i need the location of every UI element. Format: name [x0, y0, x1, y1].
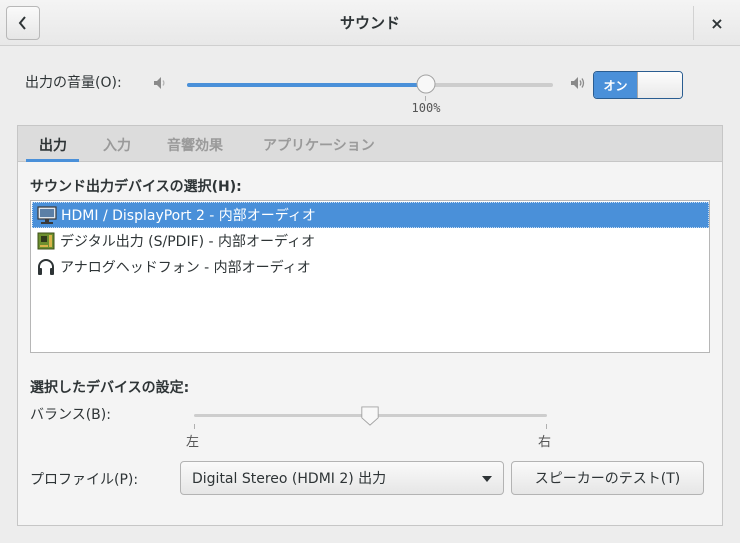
- balance-right-mark: 右: [538, 435, 552, 450]
- close-icon: ×: [710, 13, 724, 33]
- window-title: サウンド: [339, 14, 400, 32]
- tab-bar: 出力 入力 音響効果 アプリケーション: [18, 126, 722, 162]
- list-item[interactable]: HDMI / DisplayPort 2 - 内部オーディオ: [32, 202, 709, 228]
- speaker-low-icon: [154, 77, 165, 89]
- balance-tick-left: [194, 424, 195, 429]
- list-item[interactable]: デジタル出力 (S/PDIF) - 内部オーディオ: [32, 228, 709, 254]
- dropdown-arrow-icon: [482, 476, 492, 482]
- output-mute-switch[interactable]: オン: [593, 71, 683, 99]
- switch-on-label: オン: [594, 72, 637, 98]
- test-speakers-button[interactable]: スピーカーのテスト(T): [511, 461, 704, 495]
- output-volume-track[interactable]: [187, 83, 553, 87]
- balance-left-mark: 左: [186, 435, 200, 450]
- profile-combobox[interactable]: Digital Stereo (HDMI 2) 出力: [180, 461, 504, 495]
- device-label: HDMI / DisplayPort 2 - 内部オーディオ: [61, 208, 316, 224]
- output-volume-fill: [187, 83, 426, 87]
- titlebar-separator: [693, 6, 694, 40]
- output-volume-slider-knob[interactable]: [416, 74, 436, 96]
- device-label: アナログヘッドフォン - 内部オーディオ: [60, 260, 311, 276]
- monitor-icon: [37, 206, 57, 224]
- speaker-high-icon: [571, 77, 585, 89]
- balance-slider-knob[interactable]: [360, 405, 380, 427]
- active-tab-indicator: [26, 159, 79, 162]
- close-button[interactable]: ×: [700, 6, 734, 40]
- output-volume-value: 100%: [411, 101, 441, 115]
- switch-thumb[interactable]: [637, 72, 682, 98]
- output-device-list: HDMI / DisplayPort 2 - 内部オーディオ デジタル出力 (S…: [30, 200, 710, 353]
- tab-sound-effects[interactable]: 音響効果: [167, 126, 223, 162]
- output-volume-label: 出力の音量(O):: [25, 75, 122, 91]
- profile-label: プロファイル(P):: [30, 472, 139, 488]
- profile-selected-value: Digital Stereo (HDMI 2) 出力: [192, 471, 387, 487]
- sound-card-icon: [37, 232, 55, 250]
- device-select-heading: サウンド出力デバイスの選択(H):: [30, 179, 242, 195]
- device-settings-heading: 選択したデバイスの設定:: [30, 380, 190, 396]
- device-label: デジタル出力 (S/PDIF) - 内部オーディオ: [60, 234, 316, 250]
- tab-input[interactable]: 入力: [103, 126, 131, 162]
- test-speakers-label: スピーカーのテスト(T): [534, 471, 681, 487]
- tab-output[interactable]: 出力: [39, 126, 67, 162]
- title-bar: サウンド ×: [0, 0, 740, 46]
- tab-applications[interactable]: アプリケーション: [263, 126, 375, 162]
- list-item[interactable]: アナログヘッドフォン - 内部オーディオ: [32, 254, 709, 280]
- balance-label: バランス(B):: [30, 407, 111, 423]
- balance-tick-right: [546, 424, 547, 429]
- headphones-icon: [38, 259, 54, 275]
